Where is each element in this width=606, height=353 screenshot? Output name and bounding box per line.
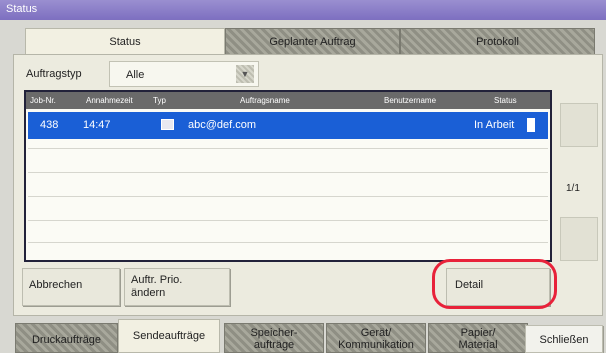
tab-paper-supplies[interactable]: Papier/ Material — [428, 323, 528, 353]
cell-time: 14:47 — [83, 119, 111, 131]
tab-status[interactable]: Status — [25, 28, 225, 54]
col-job-name: Auftragsname — [240, 96, 290, 105]
detail-highlight-marker — [432, 259, 557, 309]
col-type: Typ — [153, 96, 166, 105]
page-indicator: 1/1 — [566, 183, 580, 194]
tab-log[interactable]: Protokoll — [400, 28, 595, 54]
tab-planned-job[interactable]: Geplanter Auftrag — [225, 28, 400, 54]
tab-paper-line2: Material — [458, 339, 498, 351]
job-table: Job-Nr. Annahmezeit Typ Auftragsname Ben… — [24, 90, 552, 262]
row-divider — [28, 196, 548, 197]
change-priority-button[interactable]: Auftr. Prio. ändern — [124, 268, 230, 306]
cell-status: In Arbeit — [474, 119, 515, 131]
row-divider — [28, 220, 548, 221]
job-progress-icon — [527, 118, 535, 132]
close-button-label: Schließen — [539, 334, 589, 346]
priority-label-line1: Auftr. Prio. — [131, 274, 183, 286]
col-time: Annahmezeit — [86, 96, 133, 105]
scroll-up-button[interactable] — [560, 103, 598, 147]
col-status: Status — [494, 96, 517, 105]
table-row[interactable]: 438 14:47 abc@def.com In Arbeit — [28, 112, 548, 139]
bottom-tab-bar: Druckaufträge Sendeaufträge Speicher- au… — [0, 319, 606, 353]
cell-job-nr: 438 — [40, 119, 59, 131]
tab-send-jobs-label: Sendeaufträge — [132, 330, 206, 342]
tab-storage-jobs[interactable]: Speicher- aufträge — [224, 323, 324, 353]
window-title: Status — [6, 3, 38, 15]
scroll-down-button[interactable] — [560, 217, 598, 261]
window-title-bar: Status — [0, 0, 606, 20]
tab-storage-jobs-line2: aufträge — [253, 339, 295, 351]
job-type-select[interactable]: Alle ▼ — [109, 61, 259, 87]
priority-label-line2: ändern — [131, 287, 166, 299]
tab-device-communication[interactable]: Gerät/ Kommunikation — [326, 323, 426, 353]
send-icon — [161, 119, 174, 130]
close-button[interactable]: Schließen — [525, 325, 603, 353]
row-divider — [28, 148, 548, 149]
tab-device-line1: Gerät/ — [360, 327, 392, 339]
tab-print-jobs[interactable]: Druckaufträge — [15, 323, 118, 353]
tab-storage-jobs-line1: Speicher- — [250, 327, 298, 339]
row-divider — [28, 172, 548, 173]
dropdown-arrow-icon: ▼ — [236, 65, 254, 83]
top-tab-bar: Status Geplanter Auftrag Protokoll — [0, 28, 606, 54]
tab-paper-line1: Papier/ — [460, 327, 496, 339]
cancel-button[interactable]: Abbrechen — [22, 268, 120, 306]
col-user-name: Benutzername — [384, 96, 437, 105]
col-job-nr: Job-Nr. — [30, 96, 56, 105]
tab-device-line2: Kommunikation — [338, 339, 414, 351]
tab-print-jobs-label: Druckaufträge — [31, 334, 102, 346]
tab-send-jobs[interactable]: Sendeaufträge — [118, 319, 220, 353]
row-divider — [28, 242, 548, 243]
job-type-value: Alle — [126, 69, 145, 81]
table-header: Job-Nr. Annahmezeit Typ Auftragsname Ben… — [26, 92, 550, 109]
job-type-label: Auftragstyp — [26, 68, 82, 80]
cell-job-name: abc@def.com — [188, 119, 257, 131]
cancel-button-label: Abbrechen — [29, 279, 83, 291]
